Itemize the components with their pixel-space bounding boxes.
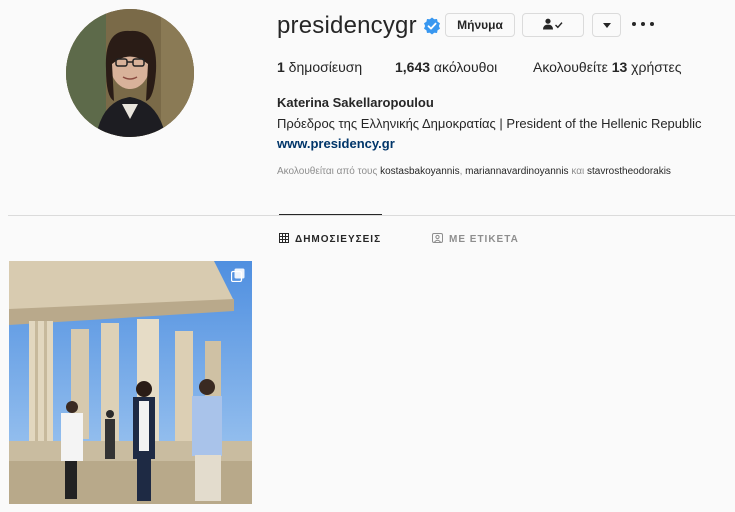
following-button[interactable]: [522, 13, 584, 37]
post-image: [9, 261, 252, 504]
caret-down-icon: [602, 18, 611, 32]
carousel-icon: [231, 268, 245, 282]
full-name: Katerina Sakellaropoulou: [277, 95, 434, 110]
suggestions-dropdown-button[interactable]: [592, 13, 621, 37]
profile-stats: 1 δημοσίευση 1,643 ακόλουθοι Ακολουθείτε…: [277, 59, 681, 75]
tab-posts-label: ΔΗΜΟΣΙΕΥΣΕΙΣ: [295, 234, 382, 245]
bio-text: Πρόεδρος της Ελληνικής Δημοκρατίας | Pre…: [277, 116, 702, 131]
active-tab-indicator: [279, 214, 382, 215]
follower-account: mariannavardinoyannis: [465, 166, 569, 177]
following-link[interactable]: Ακολουθείτε 13 χρήστες: [533, 59, 681, 75]
username: presidencygr: [277, 12, 417, 39]
person-check-icon: [542, 18, 564, 33]
tagged-person-icon: [432, 233, 449, 246]
follower-account: kostasbakoyannis: [380, 166, 460, 177]
followers-link[interactable]: 1,643 ακόλουθοι: [395, 59, 533, 75]
profile-avatar[interactable]: [66, 9, 194, 137]
tabs-divider: [8, 215, 735, 216]
post-thumbnail[interactable]: [9, 261, 252, 504]
username-row: presidencygr: [277, 12, 441, 40]
follower-account: stavrostheodorakis: [587, 166, 671, 177]
website-link[interactable]: www.presidency.gr: [277, 136, 395, 151]
message-button[interactable]: Μήνυμα: [445, 13, 515, 37]
followed-by[interactable]: Ακολουθείται από τους kostasbakoyannis, …: [277, 166, 671, 177]
tab-tagged-label: ΜΕ ΕΤΙΚΕΤΑ: [449, 234, 519, 245]
verified-badge-icon: [423, 17, 441, 35]
ellipsis-icon[interactable]: [632, 17, 654, 31]
posts-count: 1 δημοσίευση: [277, 59, 363, 75]
tab-tagged[interactable]: ΜΕ ΕΤΙΚΕΤΑ: [432, 233, 519, 246]
tab-posts[interactable]: ΔΗΜΟΣΙΕΥΣΕΙΣ: [279, 233, 381, 246]
grid-icon: [279, 233, 295, 246]
